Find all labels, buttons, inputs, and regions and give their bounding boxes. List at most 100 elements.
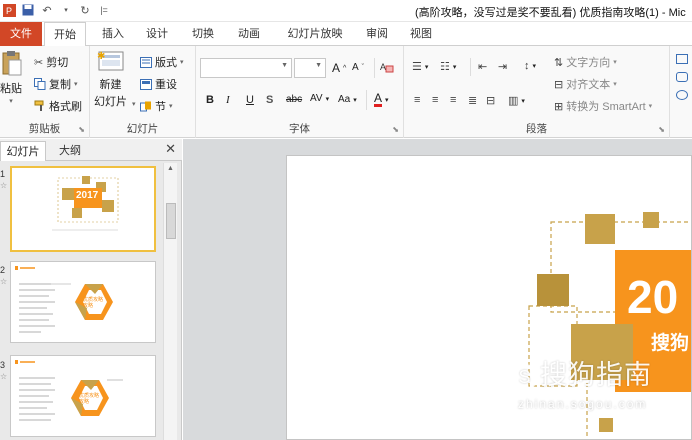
decrease-indent-icon: ⇤ bbox=[478, 61, 488, 73]
tab-animations[interactable]: 动画 bbox=[232, 22, 266, 46]
tab-view[interactable]: 视图 bbox=[404, 22, 438, 46]
align-right-button[interactable]: ≡ bbox=[450, 94, 456, 106]
section-dropdown-icon: ▾ bbox=[169, 103, 173, 110]
text-direction-icon: ⇅ bbox=[554, 56, 564, 69]
smartart-button[interactable]: ⊞ 转换为 SmartArt ▾ bbox=[554, 98, 652, 114]
new-slide-icon: ✱ bbox=[97, 50, 125, 75]
layout-label: 版式 bbox=[155, 57, 177, 69]
copy-button[interactable]: 复制 ▾ bbox=[34, 76, 78, 92]
pane-tabs: 幻灯片 大纲 ✕ bbox=[0, 139, 182, 161]
shape-oval-icon[interactable] bbox=[676, 90, 688, 100]
window-title: (高阶攻略，没写过是奖不要乱看) 优质指南攻略(1) - Mic bbox=[415, 7, 686, 19]
tab-design[interactable]: 设计 bbox=[140, 22, 174, 46]
numbering-button[interactable]: ☷ ▾ bbox=[440, 60, 456, 73]
ppt-logo-icon: P bbox=[2, 3, 16, 17]
columns-button[interactable]: ▥ ▾ bbox=[508, 94, 525, 107]
section-button[interactable]: 节 ▾ bbox=[140, 98, 173, 114]
copy-dropdown-icon: ▾ bbox=[74, 81, 78, 88]
bold-button[interactable]: B bbox=[206, 94, 214, 106]
strikethrough-button[interactable]: abc bbox=[286, 94, 302, 105]
scissors-icon: ✂ bbox=[34, 56, 44, 69]
layout-button[interactable]: 版式 ▾ bbox=[140, 54, 184, 70]
align-text-button[interactable]: ⊟ 对齐文本 ▾ bbox=[554, 76, 617, 92]
underline-button[interactable]: U bbox=[246, 94, 254, 106]
watermark-url: zhinan.sogou.com bbox=[518, 397, 648, 411]
new-slide-button[interactable]: ✱ 新建 幻灯片 bbox=[94, 50, 127, 109]
font-name-combo[interactable]: ▼ bbox=[200, 58, 292, 78]
shape-rounded-icon[interactable] bbox=[676, 72, 688, 82]
char-spacing-dropdown-icon: ▾ bbox=[325, 95, 330, 103]
font-size-combo[interactable]: ▼ bbox=[294, 58, 326, 78]
tab-transitions[interactable]: 切换 bbox=[186, 22, 220, 46]
tab-insert[interactable]: 插入 bbox=[96, 22, 130, 46]
change-case-button[interactable]: Aa ▾ bbox=[338, 94, 357, 105]
tab-home[interactable]: 开始 bbox=[44, 22, 86, 47]
cut-button[interactable]: ✂ 剪切 bbox=[34, 54, 68, 70]
reset-button[interactable]: 重设 bbox=[140, 76, 177, 92]
slide-subtitle: 搜狗 bbox=[651, 333, 690, 354]
shape-rect-icon[interactable] bbox=[676, 54, 688, 64]
columns-dropdown-icon: ▾ bbox=[521, 97, 525, 105]
clipboard-group-label: 剪贴板 bbox=[28, 123, 61, 135]
paste-button[interactable]: 粘贴 ▾ bbox=[0, 50, 22, 105]
align-left-icon: ≡ bbox=[414, 94, 421, 106]
customize-qat-icon[interactable]: |= bbox=[97, 3, 111, 17]
font-launcher-icon[interactable]: ⬊ bbox=[392, 125, 399, 134]
justify-icon: ≣ bbox=[468, 95, 478, 107]
shrink-font-button[interactable]: Aˇ bbox=[352, 62, 364, 73]
clear-format-button[interactable]: A bbox=[380, 60, 394, 77]
font-color-button[interactable]: A ▾ bbox=[374, 92, 389, 107]
format-painter-button[interactable]: 格式刷 bbox=[34, 98, 82, 114]
undo-dropdown-icon[interactable]: ▾ bbox=[59, 3, 73, 17]
tab-outline[interactable]: 大纲 bbox=[52, 141, 88, 161]
redo-icon[interactable]: ↻ bbox=[78, 3, 92, 17]
distributed-button[interactable]: ⊟ bbox=[486, 94, 495, 107]
scrollbar-thumb[interactable] bbox=[166, 203, 176, 239]
grow-font-button[interactable]: A ^ bbox=[332, 61, 346, 75]
shadow-button[interactable]: S bbox=[266, 94, 273, 106]
slide-number: 3 bbox=[0, 360, 6, 370]
new-slide-dropdown-icon[interactable]: ▾ bbox=[132, 100, 136, 108]
align-center-button[interactable]: ≡ bbox=[432, 94, 438, 106]
paste-icon bbox=[0, 50, 22, 79]
tab-file[interactable]: 文件 bbox=[0, 22, 42, 46]
quick-access-toolbar: P ↶ ▾ ↻ |= bbox=[2, 3, 111, 17]
ribbon-tabs: 文件 开始 插入 设计 切换 动画 幻灯片放映 审阅 视图 bbox=[0, 22, 692, 47]
change-case-label: Aa bbox=[338, 94, 351, 105]
save-icon[interactable] bbox=[21, 3, 35, 17]
line-spacing-icon: ↕ bbox=[524, 60, 530, 72]
copy-icon bbox=[34, 78, 46, 90]
slide-thumb-3[interactable]: 优质攻略 攻略 bbox=[10, 355, 156, 437]
pane-scrollbar[interactable]: ▲ bbox=[163, 163, 177, 440]
align-text-icon: ⊟ bbox=[554, 78, 564, 91]
text-direction-button[interactable]: ⇅ 文字方向 ▾ bbox=[554, 54, 617, 70]
align-left-button[interactable]: ≡ bbox=[414, 94, 420, 106]
line-spacing-button[interactable]: ↕ ▾ bbox=[524, 60, 536, 72]
font-color-dropdown-icon: ▾ bbox=[385, 96, 389, 104]
svg-text:A: A bbox=[380, 62, 386, 72]
font-separator-2 bbox=[366, 90, 367, 110]
bullets-button[interactable]: ☰ ▾ bbox=[412, 60, 428, 73]
increase-indent-button[interactable]: ⇥ bbox=[498, 60, 507, 73]
align-center-icon: ≡ bbox=[432, 94, 439, 106]
watermark-text: 搜狗指南 bbox=[540, 360, 652, 390]
smartart-label: 转换为 SmartArt bbox=[566, 101, 646, 113]
slide-thumb-1[interactable]: 2017 bbox=[10, 166, 156, 252]
scroll-up-icon[interactable]: ▲ bbox=[167, 165, 174, 172]
decrease-indent-button[interactable]: ⇤ bbox=[478, 60, 487, 73]
italic-button[interactable]: I bbox=[226, 94, 230, 106]
close-pane-icon[interactable]: ✕ bbox=[165, 141, 176, 157]
char-spacing-button[interactable]: AV ▾ bbox=[310, 93, 329, 104]
grow-font-label: A bbox=[332, 61, 341, 75]
slide-thumb-2[interactable]: 优质攻略 攻略 bbox=[10, 261, 156, 343]
group-paragraph: ☰ ▾ ☷ ▾ ⇤ ⇥ ↕ ▾ ⇅ 文字方向 ▾ ⊟ 对齐文本 ▾ ⊞ 转换为 Sma… bbox=[404, 46, 670, 138]
tab-slides[interactable]: 幻灯片 bbox=[0, 141, 46, 161]
clear-format-icon: A bbox=[380, 60, 394, 77]
undo-icon[interactable]: ↶ bbox=[40, 3, 54, 17]
char-spacing-label: AV bbox=[310, 93, 323, 104]
tab-review[interactable]: 审阅 bbox=[360, 22, 394, 46]
clipboard-launcher-icon[interactable]: ⬊ bbox=[78, 125, 85, 134]
paragraph-launcher-icon[interactable]: ⬊ bbox=[658, 125, 665, 134]
tab-slideshow[interactable]: 幻灯片放映 bbox=[280, 22, 350, 46]
justify-button[interactable]: ≣ bbox=[468, 94, 477, 107]
